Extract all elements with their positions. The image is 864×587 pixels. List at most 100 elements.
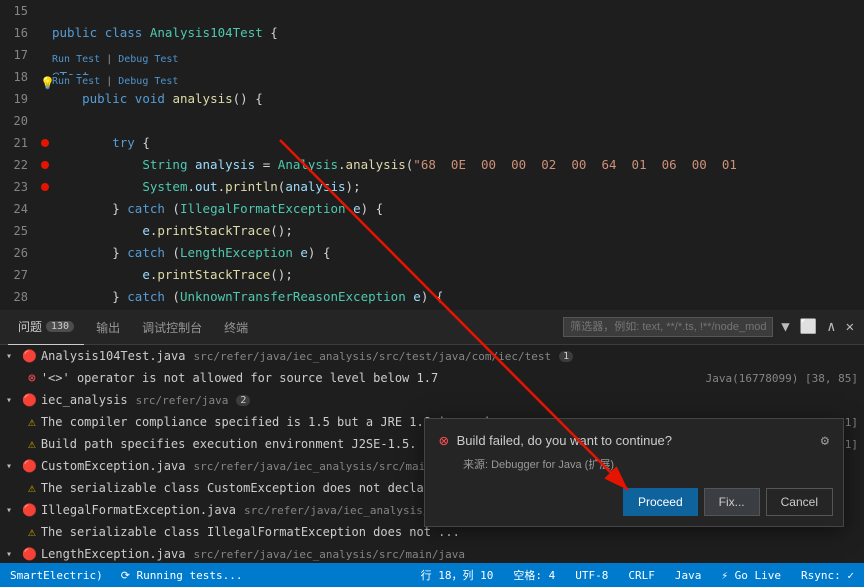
code-line-22: 22 String analysis = Analysis.analysis("… — [0, 154, 864, 176]
smartelectric-label: SmartElectric) — [10, 569, 103, 582]
line-num-21: 21 — [0, 132, 38, 154]
line-content-21: try { — [52, 132, 864, 154]
chevron-icon-custom: ▾ — [6, 461, 18, 472]
filter-icon[interactable]: ▼ — [779, 317, 791, 337]
code-line-23: 23 System.out.println(analysis); — [0, 176, 864, 198]
line-content-16: public class Analysis104Test { — [52, 22, 864, 44]
tab-debug-console[interactable]: 调试控制台 — [132, 310, 212, 345]
lineending-label: CRLF — [628, 569, 655, 582]
breakpoint-23[interactable] — [41, 183, 49, 191]
cancel-button[interactable]: Cancel — [766, 488, 833, 516]
code-line-16: 16 public class Analysis104Test { — [0, 22, 864, 44]
status-smartelectric[interactable]: SmartElectric) — [6, 563, 107, 587]
tab-output-label: 输出 — [96, 319, 120, 336]
code-editor: 15 16 public class Analysis104Test { 17 … — [0, 0, 864, 310]
golive-label: ⚡ Go Live — [721, 569, 781, 582]
status-spaces[interactable]: 空格: 4 — [509, 563, 559, 587]
warning-icon-1-0: ⚠ — [28, 415, 36, 430]
panel-toolbar: ▼ ⬜ ∧ ✕ — [563, 317, 856, 337]
line-content-26: } catch (LengthException e) { — [52, 242, 864, 264]
gutter-22 — [38, 161, 52, 169]
line-content-28: } catch (UnknownTransferReasonException … — [52, 286, 864, 308]
collapse-icon[interactable]: ⬜ — [798, 317, 819, 337]
panel-tabs: 问题 130 输出 调试控制台 终端 ▼ ⬜ ∧ ✕ — [0, 310, 864, 345]
file-path-analysis104test: src/refer/java/iec_analysis/src/test/jav… — [193, 350, 551, 363]
code-line-27: 27 e.printStackTrace(); — [0, 264, 864, 286]
line-num-23: 23 — [0, 176, 38, 198]
run-test-link-18[interactable]: Run Test — [52, 54, 100, 65]
expand-icon[interactable]: ∧ — [825, 317, 837, 337]
line-num-18: 18 — [0, 66, 38, 88]
line-num-27: 27 — [0, 264, 38, 286]
gutter-18: 💡 — [38, 72, 52, 82]
proceed-button[interactable]: Proceed — [623, 488, 698, 516]
file-header-analysis104test[interactable]: ▾ 🔴 Analysis104Test.java src/refer/java/… — [0, 345, 864, 367]
dialog-error-icon: ⊗ — [439, 431, 449, 450]
tab-terminal-label: 终端 — [224, 319, 248, 336]
file-name-customexception: CustomException.java — [41, 459, 186, 473]
code-line-28: 28 } catch (UnknownTransferReasonExcepti… — [0, 286, 864, 308]
run-test-link-19[interactable]: Run Test — [52, 76, 100, 87]
chevron-icon-length: ▾ — [6, 549, 18, 560]
warning-icon-2-0: ⚠ — [28, 481, 36, 496]
tab-debug-label: 调试控制台 — [142, 319, 202, 336]
problem-source-0-0: Java(16778099) [38, 85] — [706, 372, 858, 385]
problem-item-0-0[interactable]: ⊗ '<>' operator is not allowed for sourc… — [0, 367, 864, 389]
tab-problems-label: 问题 — [18, 318, 42, 335]
language-label: Java — [675, 569, 702, 582]
code-line-15: 15 — [0, 0, 864, 22]
dialog-content: ⊗ Build failed, do you want to continue?… — [425, 419, 843, 482]
line-content-27: e.printStackTrace(); — [52, 264, 864, 286]
code-line-19: 19 public void analysis() { — [0, 88, 864, 110]
run-debug-bar-18: Run Test | Debug Test — [52, 53, 178, 67]
running-label: ⟳ Running tests... — [121, 569, 243, 582]
file-name-illegalformat: IllegalFormatException.java — [41, 503, 236, 517]
tab-output[interactable]: 输出 — [86, 310, 130, 345]
line-num-28: 28 — [0, 286, 38, 308]
status-language[interactable]: Java — [671, 563, 706, 587]
line-content-24: } catch (IllegalFormatException e) { — [52, 198, 864, 220]
dialog-gear-icon[interactable]: ⚙ — [821, 433, 829, 449]
line-num-26: 26 — [0, 242, 38, 264]
file-badge-iec-analysis: 2 — [236, 395, 250, 406]
status-golive[interactable]: ⚡ Go Live — [717, 563, 785, 587]
line-content-19: public void analysis() { — [52, 88, 864, 110]
file-header-iec-analysis[interactable]: ▾ 🔴 iec_analysis src/refer/java 2 — [0, 389, 864, 411]
problems-filter-input[interactable] — [563, 317, 773, 337]
encoding-label: UTF-8 — [575, 569, 608, 582]
line-num-24: 24 — [0, 198, 38, 220]
tab-terminal[interactable]: 终端 — [214, 310, 258, 345]
status-position[interactable]: 行 18，列 10 — [417, 563, 498, 587]
run-debug-bar-19: Run Test | Debug Test — [52, 75, 178, 89]
lightbulb-icon: 💡 — [40, 72, 50, 82]
status-running[interactable]: ⟳ Running tests... — [117, 563, 247, 587]
status-encoding[interactable]: UTF-8 — [571, 563, 612, 587]
file-group-lengthexception: ▾ 🔴 LengthException.java src/refer/java/… — [0, 543, 864, 563]
file-badge-analysis104test: 1 — [559, 351, 573, 362]
line-num-25: 25 — [0, 220, 38, 242]
chevron-icon-analysis104: ▾ — [6, 351, 18, 362]
status-rsync[interactable]: Rsync: ✓ — [797, 563, 858, 587]
status-left: SmartElectric) ⟳ Running tests... — [6, 563, 247, 587]
debug-test-link-19[interactable]: Debug Test — [118, 76, 178, 87]
breakpoint-22[interactable] — [41, 161, 49, 169]
breakpoint-21[interactable] — [41, 139, 49, 147]
dialog-buttons: Proceed Fix... Cancel — [425, 482, 843, 526]
java-file-icon-length: 🔴 — [22, 547, 37, 561]
tab-problems[interactable]: 问题 130 — [8, 310, 84, 345]
file-header-lengthexception[interactable]: ▾ 🔴 LengthException.java src/refer/java/… — [0, 543, 864, 563]
close-icon[interactable]: ✕ — [844, 317, 856, 337]
dialog-title-row: ⊗ Build failed, do you want to continue?… — [439, 431, 829, 450]
problems-badge: 130 — [46, 321, 74, 332]
spaces-label: 空格: 4 — [513, 567, 555, 583]
warning-icon-1-1: ⚠ — [28, 437, 36, 452]
status-lineending[interactable]: CRLF — [624, 563, 659, 587]
java-file-icon-illegal: 🔴 — [22, 503, 37, 517]
debug-test-link-18[interactable]: Debug Test — [118, 54, 178, 65]
build-failed-dialog: ⊗ Build failed, do you want to continue?… — [424, 418, 844, 527]
line-content-22: String analysis = Analysis.analysis("68 … — [52, 154, 864, 176]
status-bar: SmartElectric) ⟳ Running tests... 行 18，列… — [0, 563, 864, 587]
code-line-21: 21 try { — [0, 132, 864, 154]
line-num-19: 19 — [0, 88, 38, 110]
fix-button[interactable]: Fix... — [704, 488, 760, 516]
